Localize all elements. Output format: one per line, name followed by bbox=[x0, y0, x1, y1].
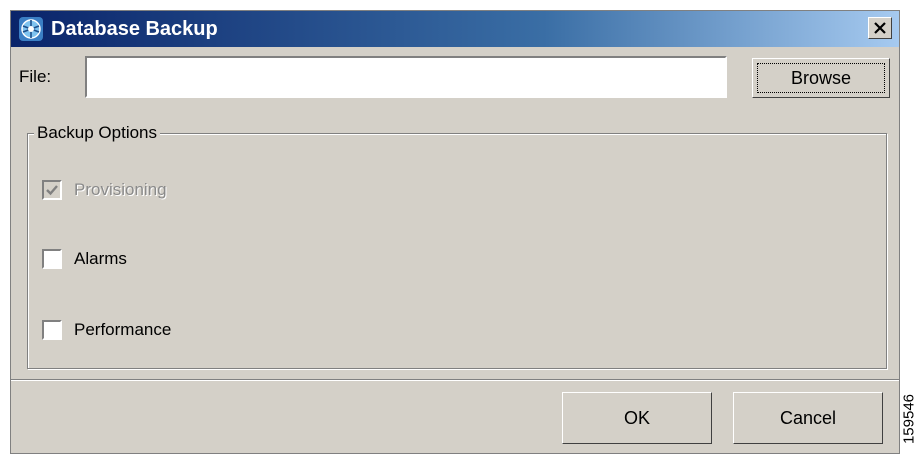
figure-id-text: 159546 bbox=[900, 393, 918, 445]
close-button[interactable] bbox=[868, 17, 892, 39]
close-icon bbox=[874, 22, 886, 34]
alarms-checkbox-box[interactable] bbox=[42, 249, 62, 269]
database-app-icon bbox=[19, 17, 43, 41]
performance-checkbox-box[interactable] bbox=[42, 320, 62, 340]
browse-button-label: Browse bbox=[757, 63, 885, 93]
backup-options-legend: Backup Options bbox=[34, 123, 161, 143]
provisioning-checkbox-box[interactable] bbox=[42, 180, 62, 200]
provisioning-checkbox[interactable]: Provisioning bbox=[42, 179, 167, 201]
provisioning-label: Provisioning bbox=[74, 180, 167, 199]
file-path-input[interactable] bbox=[85, 56, 727, 98]
dialog-title: Database Backup bbox=[51, 18, 218, 40]
checkmark-icon bbox=[46, 185, 58, 196]
alarms-checkbox[interactable]: Alarms bbox=[42, 248, 127, 270]
file-label: File: bbox=[19, 67, 52, 86]
performance-checkbox[interactable]: Performance bbox=[42, 319, 171, 341]
alarms-label: Alarms bbox=[74, 249, 127, 268]
figure-id: 159546 bbox=[898, 384, 920, 454]
button-area-separator bbox=[11, 379, 899, 381]
title-bar[interactable]: Database Backup bbox=[11, 11, 899, 47]
browse-button[interactable]: Browse bbox=[752, 58, 890, 98]
cancel-button[interactable]: Cancel bbox=[733, 392, 883, 444]
performance-label: Performance bbox=[74, 320, 172, 339]
database-backup-dialog: Database Backup File: Browse Backup Opti… bbox=[10, 10, 900, 454]
ok-button[interactable]: OK bbox=[562, 392, 712, 444]
